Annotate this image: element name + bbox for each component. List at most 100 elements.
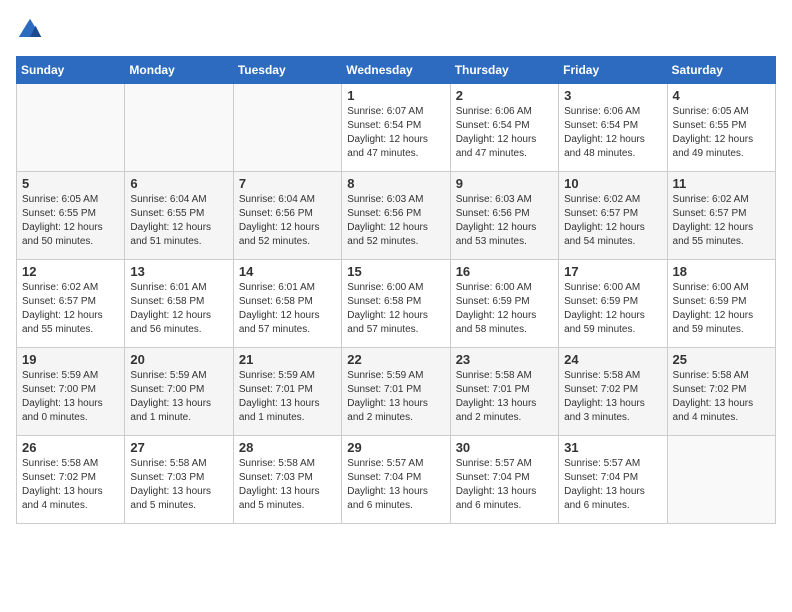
- day-number: 20: [130, 352, 227, 367]
- day-info: Sunrise: 5:58 AM Sunset: 7:01 PM Dayligh…: [456, 369, 553, 425]
- calendar-cell: 22 Sunrise: 5:59 AM Sunset: 7:01 PM Dayli…: [342, 348, 450, 436]
- calendar-cell: 13 Sunrise: 6:01 AM Sunset: 6:58 PM Dayli…: [125, 260, 233, 348]
- day-info: Sunrise: 6:02 AM Sunset: 6:57 PM Dayligh…: [564, 193, 661, 249]
- day-info: Sunrise: 5:58 AM Sunset: 7:02 PM Dayligh…: [22, 457, 119, 513]
- calendar-cell: 30 Sunrise: 5:57 AM Sunset: 7:04 PM Dayli…: [450, 436, 558, 524]
- calendar-cell: 26 Sunrise: 5:58 AM Sunset: 7:02 PM Dayli…: [17, 436, 125, 524]
- day-info: Sunrise: 5:57 AM Sunset: 7:04 PM Dayligh…: [564, 457, 661, 513]
- calendar-cell: 1Sunrise: 6:07 AM Sunset: 6:54 PM Daylig…: [342, 84, 450, 172]
- day-number: 31: [564, 440, 661, 455]
- day-info: Sunrise: 6:06 AM Sunset: 6:54 PM Dayligh…: [564, 105, 661, 161]
- calendar-cell: [125, 84, 233, 172]
- day-info: Sunrise: 5:58 AM Sunset: 7:03 PM Dayligh…: [239, 457, 336, 513]
- weekday-header: Wednesday: [342, 57, 450, 84]
- calendar-cell: 8 Sunrise: 6:03 AM Sunset: 6:56 PM Daylig…: [342, 172, 450, 260]
- calendar-cell: 14 Sunrise: 6:01 AM Sunset: 6:58 PM Dayli…: [233, 260, 341, 348]
- day-number: 25: [673, 352, 770, 367]
- day-number: 26: [22, 440, 119, 455]
- calendar-cell: 11Sunrise: 6:02 AM Sunset: 6:57 PM Dayli…: [667, 172, 775, 260]
- day-number: 4: [673, 88, 770, 103]
- day-number: 29: [347, 440, 444, 455]
- calendar-cell: 19 Sunrise: 5:59 AM Sunset: 7:00 PM Dayli…: [17, 348, 125, 436]
- day-number: 18: [673, 264, 770, 279]
- weekday-row: SundayMondayTuesdayWednesdayThursdayFrid…: [17, 57, 776, 84]
- calendar-cell: [667, 436, 775, 524]
- calendar-cell: 16 Sunrise: 6:00 AM Sunset: 6:59 PM Dayli…: [450, 260, 558, 348]
- day-info: Sunrise: 6:01 AM Sunset: 6:58 PM Dayligh…: [130, 281, 227, 337]
- day-info: Sunrise: 5:59 AM Sunset: 7:00 PM Dayligh…: [130, 369, 227, 425]
- calendar-cell: 31 Sunrise: 5:57 AM Sunset: 7:04 PM Dayli…: [559, 436, 667, 524]
- day-info: Sunrise: 6:02 AM Sunset: 6:57 PM Dayligh…: [673, 193, 770, 249]
- day-info: Sunrise: 5:59 AM Sunset: 7:01 PM Dayligh…: [239, 369, 336, 425]
- day-info: Sunrise: 6:03 AM Sunset: 6:56 PM Dayligh…: [456, 193, 553, 249]
- calendar-cell: 17 Sunrise: 6:00 AM Sunset: 6:59 PM Dayli…: [559, 260, 667, 348]
- calendar-cell: 6 Sunrise: 6:04 AM Sunset: 6:55 PM Daylig…: [125, 172, 233, 260]
- weekday-header: Thursday: [450, 57, 558, 84]
- day-number: 30: [456, 440, 553, 455]
- day-number: 22: [347, 352, 444, 367]
- calendar-cell: 5 Sunrise: 6:05 AM Sunset: 6:55 PM Daylig…: [17, 172, 125, 260]
- day-info: Sunrise: 6:00 AM Sunset: 6:59 PM Dayligh…: [564, 281, 661, 337]
- day-number: 3: [564, 88, 661, 103]
- day-info: Sunrise: 5:57 AM Sunset: 7:04 PM Dayligh…: [347, 457, 444, 513]
- day-info: Sunrise: 5:58 AM Sunset: 7:02 PM Dayligh…: [673, 369, 770, 425]
- day-info: Sunrise: 6:04 AM Sunset: 6:55 PM Dayligh…: [130, 193, 227, 249]
- day-number: 24: [564, 352, 661, 367]
- calendar-week-row: 5 Sunrise: 6:05 AM Sunset: 6:55 PM Daylig…: [17, 172, 776, 260]
- day-info: Sunrise: 5:59 AM Sunset: 7:00 PM Dayligh…: [22, 369, 119, 425]
- day-number: 8: [347, 176, 444, 191]
- calendar-cell: 18 Sunrise: 6:00 AM Sunset: 6:59 PM Dayli…: [667, 260, 775, 348]
- day-number: 14: [239, 264, 336, 279]
- day-number: 16: [456, 264, 553, 279]
- day-number: 23: [456, 352, 553, 367]
- calendar-header: SundayMondayTuesdayWednesdayThursdayFrid…: [17, 57, 776, 84]
- calendar-cell: 27 Sunrise: 5:58 AM Sunset: 7:03 PM Dayli…: [125, 436, 233, 524]
- day-info: Sunrise: 6:04 AM Sunset: 6:56 PM Dayligh…: [239, 193, 336, 249]
- calendar-cell: 15 Sunrise: 6:00 AM Sunset: 6:58 PM Dayli…: [342, 260, 450, 348]
- calendar-body: 1Sunrise: 6:07 AM Sunset: 6:54 PM Daylig…: [17, 84, 776, 524]
- calendar-cell: 4Sunrise: 6:05 AM Sunset: 6:55 PM Daylig…: [667, 84, 775, 172]
- day-info: Sunrise: 6:00 AM Sunset: 6:58 PM Dayligh…: [347, 281, 444, 337]
- calendar-cell: 3 Sunrise: 6:06 AM Sunset: 6:54 PM Daylig…: [559, 84, 667, 172]
- day-number: 7: [239, 176, 336, 191]
- day-number: 17: [564, 264, 661, 279]
- day-number: 5: [22, 176, 119, 191]
- calendar-cell: 7 Sunrise: 6:04 AM Sunset: 6:56 PM Daylig…: [233, 172, 341, 260]
- calendar-table: SundayMondayTuesdayWednesdayThursdayFrid…: [16, 56, 776, 524]
- calendar-week-row: 26 Sunrise: 5:58 AM Sunset: 7:02 PM Dayli…: [17, 436, 776, 524]
- day-number: 12: [22, 264, 119, 279]
- day-info: Sunrise: 6:06 AM Sunset: 6:54 PM Dayligh…: [456, 105, 553, 161]
- day-info: Sunrise: 5:59 AM Sunset: 7:01 PM Dayligh…: [347, 369, 444, 425]
- day-info: Sunrise: 6:00 AM Sunset: 6:59 PM Dayligh…: [456, 281, 553, 337]
- calendar-cell: [233, 84, 341, 172]
- day-number: 28: [239, 440, 336, 455]
- day-info: Sunrise: 5:58 AM Sunset: 7:02 PM Dayligh…: [564, 369, 661, 425]
- day-info: Sunrise: 5:58 AM Sunset: 7:03 PM Dayligh…: [130, 457, 227, 513]
- calendar-cell: 25 Sunrise: 5:58 AM Sunset: 7:02 PM Dayli…: [667, 348, 775, 436]
- weekday-header: Monday: [125, 57, 233, 84]
- calendar-cell: 2 Sunrise: 6:06 AM Sunset: 6:54 PM Daylig…: [450, 84, 558, 172]
- day-info: Sunrise: 6:02 AM Sunset: 6:57 PM Dayligh…: [22, 281, 119, 337]
- weekday-header: Tuesday: [233, 57, 341, 84]
- calendar-week-row: 1Sunrise: 6:07 AM Sunset: 6:54 PM Daylig…: [17, 84, 776, 172]
- day-info: Sunrise: 6:07 AM Sunset: 6:54 PM Dayligh…: [347, 105, 444, 161]
- day-info: Sunrise: 6:01 AM Sunset: 6:58 PM Dayligh…: [239, 281, 336, 337]
- calendar-cell: 10 Sunrise: 6:02 AM Sunset: 6:57 PM Dayli…: [559, 172, 667, 260]
- day-number: 27: [130, 440, 227, 455]
- day-number: 6: [130, 176, 227, 191]
- day-number: 2: [456, 88, 553, 103]
- page-header: [16, 16, 776, 44]
- day-number: 10: [564, 176, 661, 191]
- calendar-week-row: 12 Sunrise: 6:02 AM Sunset: 6:57 PM Dayli…: [17, 260, 776, 348]
- calendar-cell: 21Sunrise: 5:59 AM Sunset: 7:01 PM Dayli…: [233, 348, 341, 436]
- day-info: Sunrise: 5:57 AM Sunset: 7:04 PM Dayligh…: [456, 457, 553, 513]
- day-number: 9: [456, 176, 553, 191]
- day-number: 15: [347, 264, 444, 279]
- day-info: Sunrise: 6:03 AM Sunset: 6:56 PM Dayligh…: [347, 193, 444, 249]
- weekday-header: Friday: [559, 57, 667, 84]
- calendar-week-row: 19 Sunrise: 5:59 AM Sunset: 7:00 PM Dayli…: [17, 348, 776, 436]
- day-info: Sunrise: 6:00 AM Sunset: 6:59 PM Dayligh…: [673, 281, 770, 337]
- day-number: 13: [130, 264, 227, 279]
- day-number: 19: [22, 352, 119, 367]
- day-info: Sunrise: 6:05 AM Sunset: 6:55 PM Dayligh…: [22, 193, 119, 249]
